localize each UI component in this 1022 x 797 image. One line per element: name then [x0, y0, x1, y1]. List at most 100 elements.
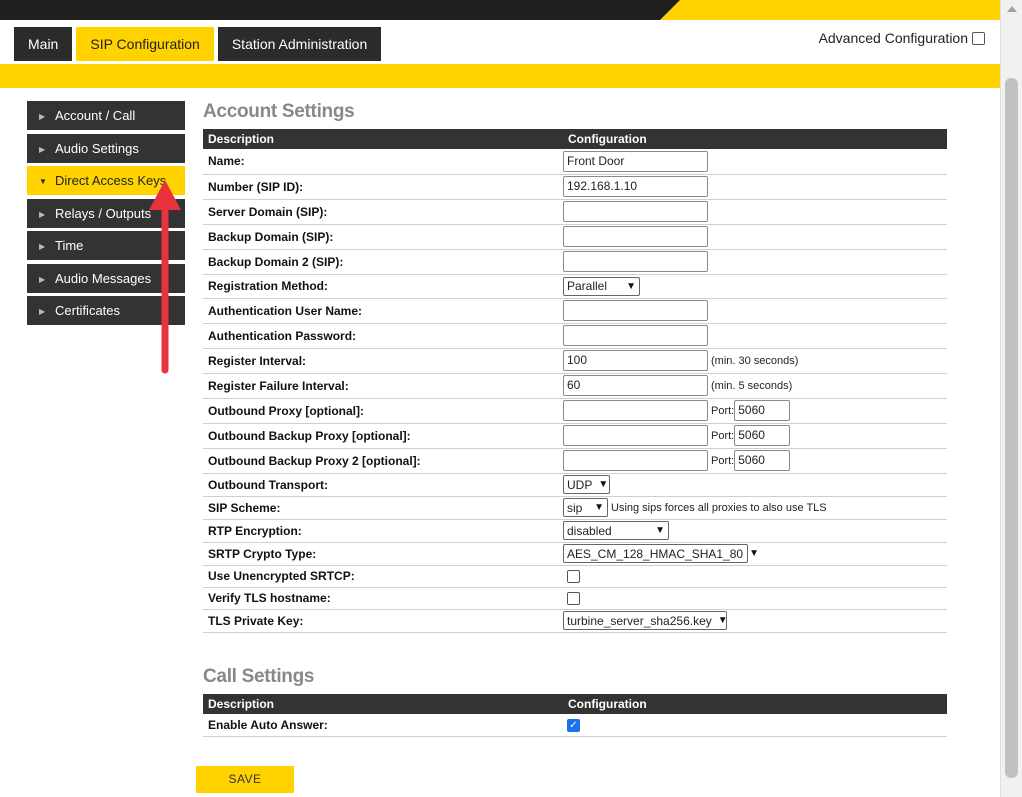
- row-label: Use Unencrypted SRTCP:: [203, 565, 563, 588]
- select-value: Parallel: [567, 279, 608, 293]
- table-row: Enable Auto Answer: ✓: [203, 714, 947, 737]
- row-label: Enable Auto Answer:: [203, 714, 563, 737]
- row-label: Verify TLS hostname:: [203, 587, 563, 610]
- register-failure-interval-field[interactable]: 60: [563, 375, 708, 396]
- sidebar-item-label: Audio Messages: [55, 270, 152, 286]
- sip-scheme-note: Using sips forces all proxies to also us…: [611, 501, 827, 514]
- row-label: Backup Domain (SIP):: [203, 224, 563, 250]
- row-label: Outbound Backup Proxy 2 [optional]:: [203, 448, 563, 474]
- table-row: Name: Front Door: [203, 149, 947, 175]
- table-row: Use Unencrypted SRTCP:: [203, 565, 947, 588]
- outbound-backup-proxy-field[interactable]: [563, 425, 708, 446]
- table-header: Description Configuration: [203, 129, 947, 149]
- table-row: Verify TLS hostname:: [203, 587, 947, 610]
- select-value: sip: [567, 500, 583, 515]
- port-label: Port:: [711, 404, 735, 417]
- chevron-down-icon: ▼: [598, 479, 609, 490]
- chevron-down-icon: ▼: [749, 548, 759, 559]
- scroll-up-arrow-icon[interactable]: [1007, 6, 1017, 12]
- caret-right-icon: ▶: [39, 242, 46, 252]
- row-label: RTP Encryption:: [203, 519, 563, 543]
- table-row: Register Interval: 100 (min. 30 seconds): [203, 348, 947, 374]
- sidebar-item-account-call[interactable]: ▶ Account / Call: [27, 101, 185, 130]
- port-label: Port:: [711, 454, 735, 467]
- outbound-proxy-field[interactable]: [563, 400, 708, 421]
- select-value: UDP: [567, 477, 593, 492]
- table-row: SRTP Crypto Type: AES_CM_128_HMAC_SHA1_8…: [203, 542, 947, 566]
- table-row: TLS Private Key: turbine_server_sha256.k…: [203, 609, 947, 633]
- outbound-proxy-port-field[interactable]: 5060: [734, 400, 791, 421]
- row-label: Register Interval:: [203, 348, 563, 374]
- save-button[interactable]: SAVE: [196, 766, 294, 793]
- row-label: Register Failure Interval:: [203, 373, 563, 399]
- account-settings-table: Description Configuration Name: Front Do…: [203, 129, 947, 633]
- auth-user-name-field[interactable]: [563, 300, 708, 321]
- server-domain-field[interactable]: [563, 201, 708, 222]
- verify-tls-hostname-checkbox[interactable]: [567, 592, 580, 606]
- advanced-configuration: Advanced Configuration: [819, 30, 985, 46]
- sidebar-item-label: Certificates: [55, 303, 121, 318]
- table-row: Registration Method: Parallel ▼: [203, 274, 947, 299]
- caret-right-icon: ▶: [39, 112, 46, 122]
- row-label: Number (SIP ID):: [203, 174, 563, 200]
- outbound-backup-proxy-port-field[interactable]: 5060: [734, 425, 791, 446]
- annotation-arrow-icon: [149, 180, 181, 374]
- table-row: SIP Scheme: sip ▼ Using sips forces all pr…: [203, 496, 947, 520]
- select-value: disabled: [567, 523, 612, 538]
- srtp-crypto-type-select[interactable]: AES_CM_128_HMAC_SHA1_80 ▼: [563, 544, 759, 563]
- tab-sip-configuration[interactable]: SIP Configuration: [76, 27, 214, 61]
- register-interval-field[interactable]: 100: [563, 350, 708, 371]
- sidebar-item-label: Time: [55, 238, 84, 253]
- row-label: Authentication User Name:: [203, 298, 563, 324]
- sip-id-field[interactable]: 192.168.1.10: [563, 176, 708, 197]
- outbound-transport-select[interactable]: UDP ▼: [563, 475, 610, 494]
- chevron-down-icon: ▼: [594, 502, 604, 513]
- table-row: Backup Domain 2 (SIP):: [203, 249, 947, 275]
- advanced-configuration-label: Advanced Configuration: [818, 30, 968, 46]
- scrollbar-thumb[interactable]: [1005, 78, 1018, 778]
- registration-method-select[interactable]: Parallel ▼: [563, 276, 640, 296]
- tab-station-administration[interactable]: Station Administration: [217, 27, 382, 61]
- backup-domain-2-field[interactable]: [563, 251, 708, 272]
- advanced-configuration-checkbox[interactable]: [972, 31, 985, 45]
- table-row: Outbound Backup Proxy 2 [optional]: Port…: [203, 448, 947, 474]
- table-header: Description Configuration: [203, 694, 947, 714]
- table-row: Outbound Backup Proxy [optional]: Port: 5…: [203, 423, 947, 449]
- row-label: Outbound Backup Proxy [optional]:: [203, 423, 563, 449]
- sidebar-item-label: Audio Settings: [55, 140, 139, 156]
- row-label: Outbound Proxy [optional]:: [203, 398, 563, 424]
- use-unencrypted-srtcp-checkbox[interactable]: [567, 570, 580, 584]
- column-header-configuration: Configuration: [563, 694, 947, 714]
- table-row: Backup Domain (SIP):: [203, 224, 947, 250]
- row-label: SRTP Crypto Type:: [203, 542, 563, 566]
- register-failure-note: (min. 5 seconds): [711, 379, 793, 392]
- rtp-encryption-select[interactable]: disabled ▼: [563, 521, 669, 540]
- table-row: Authentication Password:: [203, 323, 947, 349]
- outbound-backup-proxy-2-field[interactable]: [563, 450, 708, 471]
- caret-right-icon: ▶: [39, 209, 46, 219]
- chevron-down-icon: ▼: [626, 280, 636, 292]
- tls-private-key-select[interactable]: turbine_server_sha256.key ▼: [563, 611, 728, 630]
- caret-right-icon: ▶: [39, 144, 46, 154]
- top-banner: [0, 0, 1000, 20]
- table-row: Server Domain (SIP):: [203, 199, 947, 225]
- backup-domain-field[interactable]: [563, 226, 708, 247]
- row-label: Authentication Password:: [203, 323, 563, 349]
- sip-scheme-select[interactable]: sip ▼: [563, 498, 608, 517]
- sidebar-item-label: Account / Call: [55, 108, 136, 123]
- table-row: RTP Encryption: disabled ▼: [203, 519, 947, 543]
- auth-password-field[interactable]: [563, 325, 708, 346]
- tab-main[interactable]: Main: [14, 27, 73, 61]
- table-row: Authentication User Name:: [203, 298, 947, 324]
- scrollbar[interactable]: [1000, 0, 1022, 797]
- enable-auto-answer-checkbox[interactable]: ✓: [567, 718, 580, 732]
- sidebar-item-audio-settings[interactable]: ▶ Audio Settings: [27, 133, 185, 163]
- main-tabs: Main SIP Configuration Station Administr…: [14, 27, 385, 61]
- outbound-backup-proxy-2-port-field[interactable]: 5060: [734, 450, 791, 471]
- name-field[interactable]: Front Door: [563, 150, 708, 172]
- row-label: SIP Scheme:: [203, 496, 563, 520]
- row-label: Outbound Transport:: [203, 473, 563, 497]
- page: Main SIP Configuration Station Administr…: [0, 0, 1022, 797]
- sidebar-item-label: Relays / Outputs: [55, 205, 152, 221]
- table-row: Number (SIP ID): 192.168.1.10: [203, 174, 947, 200]
